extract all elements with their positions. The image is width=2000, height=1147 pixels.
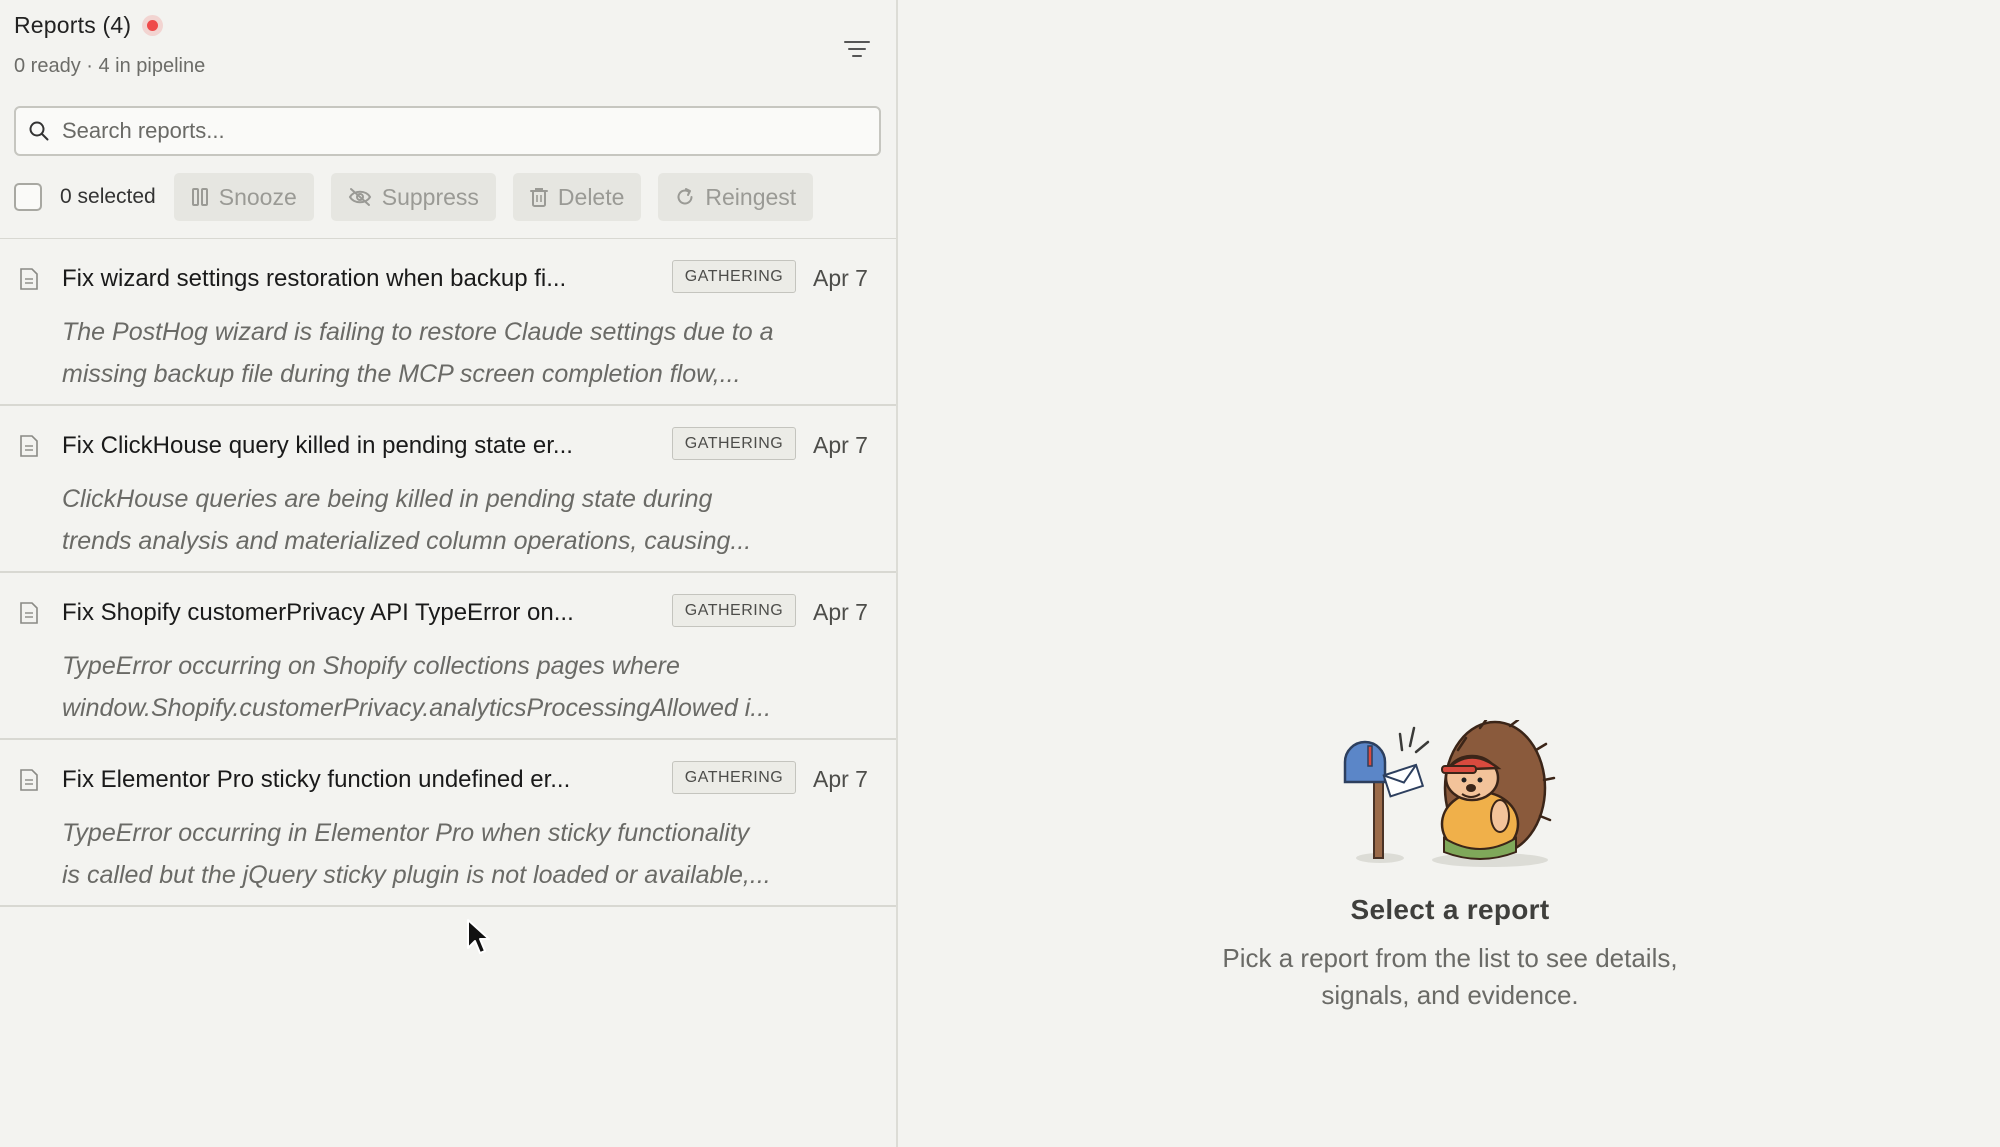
refresh-icon <box>677 188 693 205</box>
empty-state-description: Pick a report from the list to see detai… <box>1222 943 1678 1010</box>
filter-icon <box>844 41 870 57</box>
report-description: The PostHog wizard is failing to restore… <box>62 318 774 388</box>
eye-off-icon <box>348 188 371 206</box>
hedgehog-mailbox-illustration <box>1343 720 1556 867</box>
status-badge: GATHERING <box>672 260 796 293</box>
report-date: Apr 7 <box>813 599 868 625</box>
app: Reports (4) 0 ready · 4 in pipeline 0 se… <box>0 0 2000 1147</box>
document-icon <box>20 602 38 624</box>
report-date: Apr 7 <box>813 766 868 792</box>
select-all-checkbox[interactable] <box>14 183 42 211</box>
search-box[interactable] <box>14 106 881 156</box>
snooze-label: Snooze <box>218 183 297 210</box>
delete-button[interactable]: Delete <box>512 173 642 221</box>
document-icon <box>20 769 38 791</box>
reports-panel: Reports (4) 0 ready · 4 in pipeline 0 se… <box>0 0 898 1147</box>
reingest-label: Reingest <box>705 183 797 210</box>
status-indicator-dot <box>147 20 159 31</box>
trash-icon <box>529 187 548 207</box>
report-item[interactable]: Fix Elementor Pro sticky function undefi… <box>0 740 896 907</box>
report-description: TypeError occurring on Shopify collectio… <box>62 652 772 722</box>
title-row: Reports (4) <box>14 12 205 39</box>
report-title: Fix wizard settings restoration when bac… <box>62 265 567 292</box>
search-input[interactable] <box>62 118 862 144</box>
report-title: Fix ClickHouse query killed in pending s… <box>62 432 573 459</box>
reports-header: Reports (4) 0 ready · 4 in pipeline <box>14 12 205 78</box>
report-date: Apr 7 <box>813 432 868 458</box>
snooze-button[interactable]: Snooze <box>173 173 314 221</box>
report-detail-panel: Select a report Pick a report from the l… <box>900 0 2000 1147</box>
pipeline-summary: 0 ready · 4 in pipeline <box>14 55 206 77</box>
report-title: Fix Shopify customerPrivacy API TypeErro… <box>62 599 574 626</box>
report-description: ClickHouse queries are being killed in p… <box>62 485 752 555</box>
delete-label: Delete <box>557 183 625 210</box>
report-date: Apr 7 <box>813 265 868 291</box>
filter-button[interactable] <box>842 38 872 60</box>
empty-state-title: Select a report <box>1350 894 1550 925</box>
report-item[interactable]: Fix Shopify customerPrivacy API TypeErro… <box>0 573 896 740</box>
report-item[interactable]: Fix ClickHouse query killed in pending s… <box>0 406 896 573</box>
reingest-button[interactable]: Reingest <box>658 173 814 221</box>
reports-list: Fix wizard settings restoration when bac… <box>0 238 896 907</box>
status-badge: GATHERING <box>672 761 796 794</box>
pause-icon <box>191 188 208 206</box>
search-icon <box>29 121 49 141</box>
suppress-label: Suppress <box>381 183 479 210</box>
empty-state: Select a report Pick a report from the l… <box>900 720 2000 1014</box>
report-description: TypeError occurring in Elementor Pro whe… <box>62 819 771 889</box>
document-icon <box>20 268 38 290</box>
status-badge: GATHERING <box>672 594 796 627</box>
mouse-cursor-icon <box>467 919 490 954</box>
suppress-button[interactable]: Suppress <box>330 173 496 221</box>
page-title: Reports (4) <box>14 12 132 38</box>
report-item[interactable]: Fix wizard settings restoration when bac… <box>0 239 896 406</box>
bulk-actions-toolbar: 0 selected Snooze Suppress Delete Reinge… <box>14 173 830 221</box>
status-badge: GATHERING <box>672 427 796 460</box>
document-icon <box>20 435 38 457</box>
report-title: Fix Elementor Pro sticky function undefi… <box>62 766 571 793</box>
selected-count: 0 selected <box>60 185 156 208</box>
